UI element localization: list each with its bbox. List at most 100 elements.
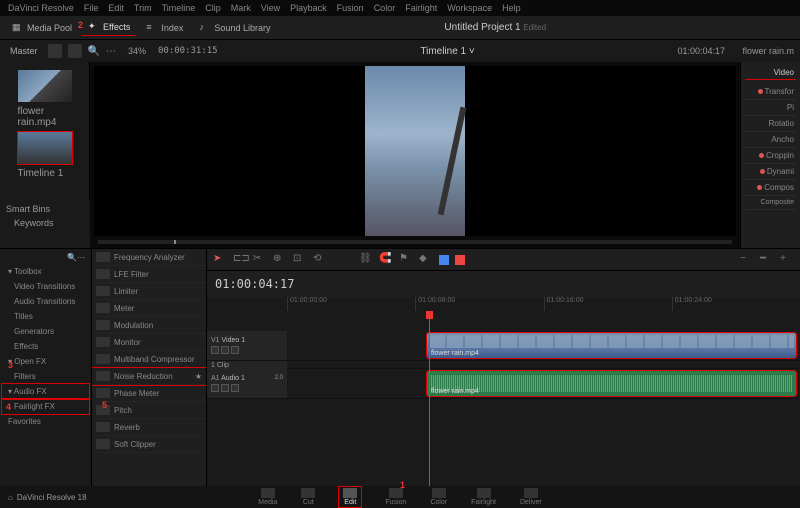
- favorite-star-icon[interactable]: ★: [195, 372, 202, 381]
- search-icon[interactable]: 🔍: [88, 46, 100, 57]
- mute-toggle[interactable]: [231, 384, 239, 392]
- flag-tool[interactable]: ⚑: [399, 253, 413, 267]
- jog-marker[interactable]: [174, 240, 176, 244]
- fx-item[interactable]: Meter: [92, 300, 206, 317]
- options-icon[interactable]: ⋯: [77, 253, 85, 262]
- snap-tool[interactable]: 🧲: [379, 253, 393, 267]
- fusion-page[interactable]: Fusion: [385, 488, 406, 506]
- options-icon[interactable]: ⋯: [106, 46, 116, 57]
- fx-tree-item[interactable]: Audio Transitions: [2, 294, 89, 309]
- media-pool-tab[interactable]: ▦Media Pool: [6, 20, 78, 36]
- fx-item[interactable]: Frequency Analyzer: [92, 249, 206, 266]
- track-tag[interactable]: V1: [211, 337, 220, 344]
- playhead[interactable]: [429, 311, 430, 486]
- fx-item[interactable]: Monitor: [92, 334, 206, 351]
- inspector-video-tab[interactable]: Video: [745, 66, 796, 80]
- inspector-row[interactable]: Ancho: [745, 132, 796, 148]
- inspector-row[interactable]: Compos: [745, 180, 796, 196]
- fairlightfx-item[interactable]: Fairlight FX: [2, 399, 89, 414]
- menu-item[interactable]: Edit: [108, 3, 124, 13]
- menu-item[interactable]: File: [84, 3, 99, 13]
- solo-toggle[interactable]: [221, 384, 229, 392]
- fx-tree-item[interactable]: Effects: [2, 339, 89, 354]
- zoom-in-button[interactable]: +: [780, 253, 794, 267]
- overwrite-tool[interactable]: ⊡: [293, 253, 307, 267]
- menu-item[interactable]: Help: [502, 3, 521, 13]
- fx-item[interactable]: Phase Meter: [92, 385, 206, 402]
- menu-item[interactable]: Playback: [290, 3, 327, 13]
- menu-item[interactable]: Mark: [231, 3, 251, 13]
- clip-thumbnail[interactable]: [18, 70, 72, 102]
- toolbox-group[interactable]: ▾ Toolbox: [2, 264, 89, 279]
- fx-item[interactable]: Multiband Compressor: [92, 351, 206, 368]
- auto-select-toggle[interactable]: [221, 346, 229, 354]
- mute-toggle[interactable]: [231, 346, 239, 354]
- marker-tool[interactable]: ◆: [419, 253, 433, 267]
- smart-bins-header[interactable]: Smart Bins: [6, 204, 84, 214]
- inspector-row[interactable]: Rotatio: [745, 116, 796, 132]
- fx-tree-item[interactable]: Generators: [2, 324, 89, 339]
- replace-tool[interactable]: ⟲: [313, 253, 327, 267]
- inspector-row[interactable]: Croppin: [745, 148, 796, 164]
- menu-item[interactable]: Fairlight: [405, 3, 437, 13]
- color-page[interactable]: Color: [430, 488, 447, 506]
- filters-item[interactable]: Filters: [2, 369, 89, 384]
- thumb-view-button[interactable]: [68, 44, 82, 58]
- master-bin[interactable]: Master: [6, 44, 42, 58]
- deliver-page[interactable]: Deliver: [520, 488, 542, 506]
- video-track-body[interactable]: flower rain.mp4: [287, 331, 800, 360]
- lock-toggle[interactable]: [211, 384, 219, 392]
- sound-library-tab[interactable]: ♪Sound Library: [193, 20, 276, 36]
- audio-track-header[interactable]: A1 Audio 1 2.0: [207, 369, 287, 398]
- timeline-ruler[interactable]: 01:00:00:00 01:00:08:00 01:00:16:00 01:0…: [207, 297, 800, 311]
- link-tool[interactable]: ⛓: [359, 253, 373, 267]
- fx-item[interactable]: LFE Filter: [92, 266, 206, 283]
- index-tab[interactable]: ≡Index: [140, 20, 189, 36]
- menu-item[interactable]: Fusion: [337, 3, 364, 13]
- inspector-row[interactable]: Pi: [745, 100, 796, 116]
- openfx-group[interactable]: ▾ Open FX: [2, 354, 89, 369]
- fairlight-page[interactable]: Fairlight: [471, 488, 496, 506]
- edit-page[interactable]: Edit: [339, 487, 361, 507]
- blade-tool[interactable]: ✂: [253, 253, 267, 267]
- trim-tool[interactable]: ⊏⊐: [233, 253, 247, 267]
- favorites-group[interactable]: Favorites: [2, 414, 89, 429]
- timeline-timecode[interactable]: 01:00:04:17: [207, 271, 800, 297]
- fx-item[interactable]: Pitch: [92, 402, 206, 419]
- timeline-name-dropdown[interactable]: Timeline 1 ˅: [218, 46, 678, 57]
- menu-item[interactable]: Workspace: [447, 3, 492, 13]
- insert-tool[interactable]: ⊕: [273, 253, 287, 267]
- viewer-canvas[interactable]: [94, 66, 736, 236]
- zoom-slider[interactable]: ━: [760, 253, 774, 267]
- fx-tree-item[interactable]: Video Transitions: [2, 279, 89, 294]
- menu-item[interactable]: DaVinci Resolve: [8, 3, 74, 13]
- marker-color-red[interactable]: [455, 255, 465, 265]
- lock-toggle[interactable]: [211, 346, 219, 354]
- audio-clip[interactable]: flower rain.mp4: [427, 371, 796, 396]
- menu-item[interactable]: Trim: [134, 3, 152, 13]
- menu-item[interactable]: Clip: [205, 3, 221, 13]
- audio-track-body[interactable]: flower rain.mp4: [287, 369, 800, 398]
- video-clip[interactable]: flower rain.mp4: [427, 333, 796, 358]
- noise-reduction-item[interactable]: Noise Reduction★: [92, 368, 206, 385]
- search-icon[interactable]: 🔍: [67, 253, 77, 262]
- fx-item[interactable]: Soft Clipper: [92, 436, 206, 453]
- cut-page[interactable]: Cut: [301, 488, 315, 506]
- selection-tool[interactable]: ➤: [213, 253, 227, 267]
- menu-item[interactable]: Timeline: [162, 3, 196, 13]
- home-button[interactable]: ⌂DaVinci Resolve 18: [8, 493, 87, 502]
- audiofx-group[interactable]: ▾ Audio FX: [2, 384, 89, 399]
- list-view-button[interactable]: [48, 44, 62, 58]
- fx-item[interactable]: Limiter: [92, 283, 206, 300]
- fx-tree-item[interactable]: Titles: [2, 309, 89, 324]
- keywords-bin[interactable]: Keywords: [6, 218, 84, 228]
- transform-section[interactable]: Transfor: [745, 84, 796, 100]
- fx-item[interactable]: Reverb: [92, 419, 206, 436]
- menu-item[interactable]: Color: [374, 3, 396, 13]
- inspector-row[interactable]: Dynami: [745, 164, 796, 180]
- effects-tab[interactable]: ✦Effects: [82, 19, 136, 36]
- zoom-out-button[interactable]: −: [740, 253, 754, 267]
- timeline-thumbnail[interactable]: [18, 132, 72, 164]
- video-track-header[interactable]: V1 Video 1: [207, 331, 287, 360]
- marker-color-blue[interactable]: [439, 255, 449, 265]
